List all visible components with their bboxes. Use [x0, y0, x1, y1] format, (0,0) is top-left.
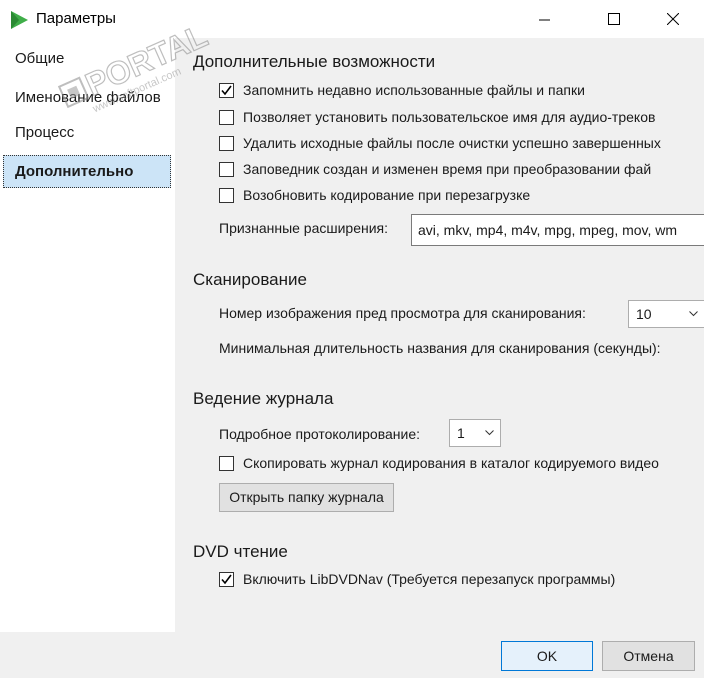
section-title-logging: Ведение журнала: [193, 389, 334, 408]
dropdown-value: 1: [457, 425, 465, 441]
checkbox[interactable]: [219, 82, 234, 98]
option-remember-recent[interactable]: Запомнить недавно использованные файлы и…: [219, 80, 585, 100]
option-copy-log[interactable]: Скопировать журнал кодирования в каталог…: [219, 453, 659, 473]
section-title-scan: Сканирование: [193, 270, 307, 289]
option-label: Удалить исходные файлы после очистки усп…: [243, 135, 661, 151]
sidebar-item-file-naming[interactable]: Именование файлов: [3, 81, 171, 114]
option-custom-audio-track-name[interactable]: Позволяет установить пользовательское им…: [219, 107, 655, 127]
sidebar-item-label: Процесс: [15, 124, 75, 141]
checkbox[interactable]: [219, 161, 234, 177]
sidebar-item-label: Именование файлов: [15, 89, 161, 106]
option-label: Возобновить кодирование при перезагрузке: [243, 187, 531, 203]
advanced-settings-panel: Дополнительные возможности Запомнить нед…: [175, 38, 704, 632]
verbose-logging-label: Подробное протоколирование:: [219, 426, 420, 442]
app-logo-icon: [9, 10, 29, 30]
checkbox[interactable]: [219, 135, 234, 151]
close-icon: [667, 13, 679, 25]
minimize-icon: [538, 14, 550, 25]
option-preserve-timestamps[interactable]: Заповедник создан и изменен время при пр…: [219, 159, 651, 179]
minimize-button[interactable]: [521, 0, 567, 38]
chevron-down-icon: [485, 420, 494, 446]
option-libdvdnav[interactable]: Включить LibDVDNav (Требуется перезапуск…: [219, 569, 615, 589]
min-duration-label: Минимальная длительность названия для ск…: [219, 340, 661, 356]
checkbox[interactable]: [219, 571, 234, 587]
option-label: Заповедник создан и изменен время при пр…: [243, 161, 652, 177]
settings-sidebar: Общие Именование файлов Процесс Дополнит…: [0, 38, 175, 632]
dropdown-value: 10: [636, 306, 652, 322]
section-title-dvd: DVD чтение: [193, 542, 288, 561]
maximize-button[interactable]: [591, 0, 637, 38]
open-log-folder-button[interactable]: Открыть папку журнала: [219, 483, 394, 512]
option-label: Включить LibDVDNav (Требуется перезапуск…: [243, 571, 616, 587]
extensions-label: Признанные расширения:: [219, 220, 389, 236]
sidebar-item-process[interactable]: Процесс: [3, 116, 171, 149]
checkmark-icon: [221, 574, 232, 584]
verbose-logging-dropdown[interactable]: 1: [449, 419, 501, 447]
extensions-input[interactable]: avi, mkv, mp4, m4v, mpg, mpeg, mov, wm: [411, 214, 704, 246]
option-delete-source-files[interactable]: Удалить исходные файлы после очистки усп…: [219, 133, 661, 153]
option-label: Запомнить недавно использованные файлы и…: [243, 82, 585, 98]
option-label: Скопировать журнал кодирования в каталог…: [243, 455, 659, 471]
checkmark-icon: [221, 85, 232, 95]
cancel-button[interactable]: Отмена: [602, 641, 695, 671]
sidebar-item-label: Дополнительно: [15, 163, 134, 180]
preview-count-label: Номер изображения пред просмотра для ска…: [219, 305, 586, 321]
close-button[interactable]: [650, 0, 696, 38]
ok-button[interactable]: OK: [501, 641, 593, 671]
checkbox[interactable]: [219, 109, 234, 125]
title-bar: Параметры: [0, 0, 704, 38]
maximize-icon: [608, 13, 620, 25]
dialog-footer: OK Отмена: [0, 632, 704, 678]
checkbox[interactable]: [219, 455, 234, 471]
option-label: Позволяет установить пользовательское им…: [243, 109, 656, 125]
sidebar-item-advanced[interactable]: Дополнительно: [3, 155, 171, 188]
option-resume-encoding[interactable]: Возобновить кодирование при перезагрузке: [219, 185, 530, 205]
chevron-down-icon: [689, 301, 698, 327]
section-title-advanced: Дополнительные возможности: [193, 52, 436, 71]
sidebar-item-label: Общие: [15, 50, 65, 67]
preview-count-dropdown[interactable]: 10: [628, 300, 704, 328]
checkbox[interactable]: [219, 187, 234, 203]
sidebar-item-general[interactable]: Общие: [3, 42, 171, 75]
window-title: Параметры: [36, 10, 116, 27]
